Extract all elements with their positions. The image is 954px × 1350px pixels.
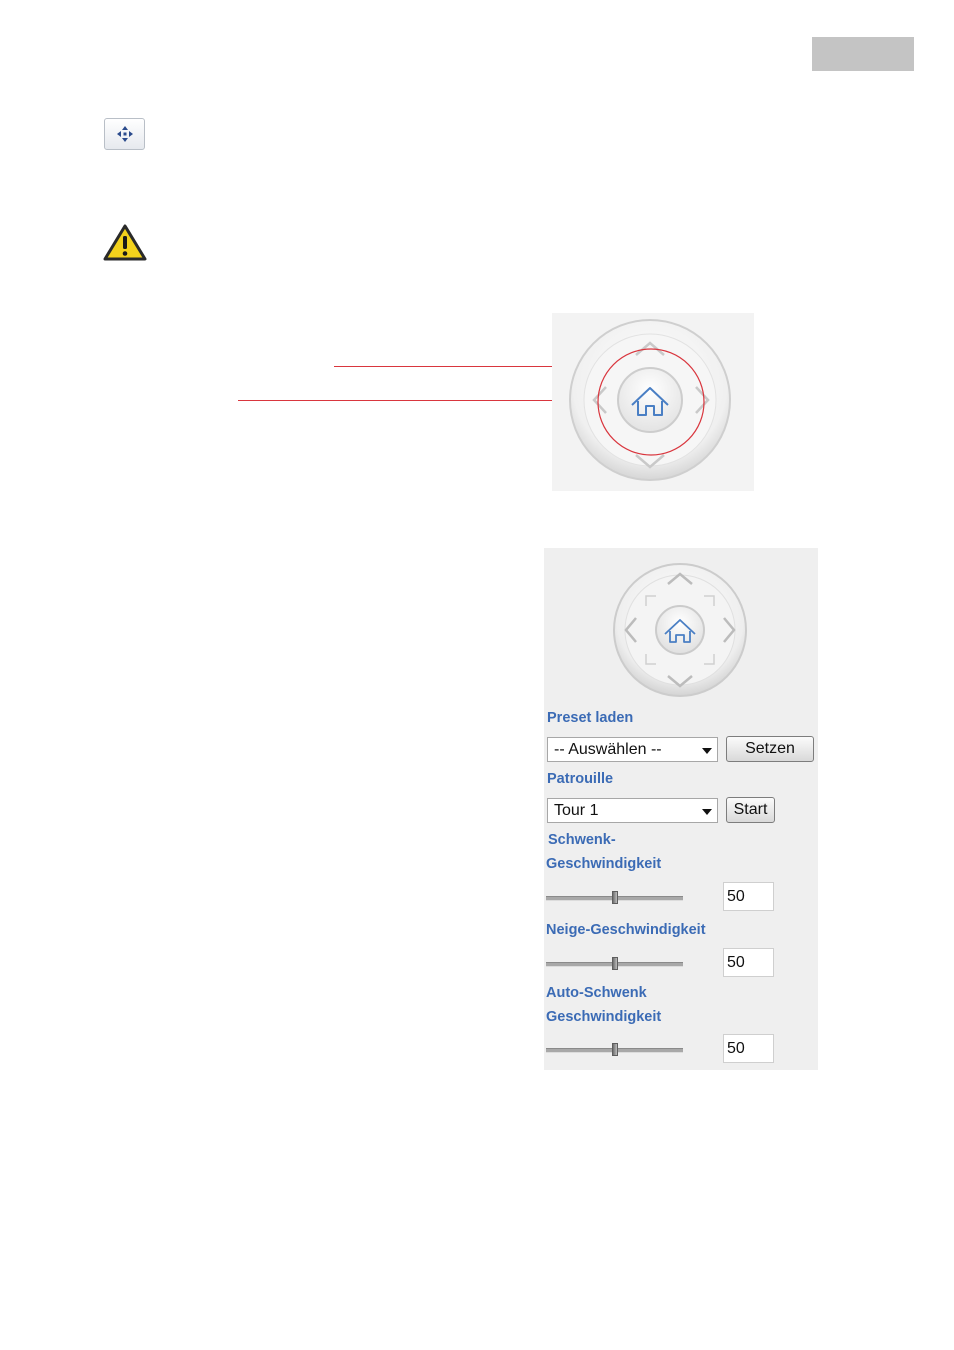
start-patrol-button[interactable]: Start xyxy=(726,797,775,823)
pan-speed-label-line2: Geschwindigkeit xyxy=(546,856,662,872)
pan-speed-label-line1: Schwenk- xyxy=(548,832,616,848)
slider-thumb[interactable] xyxy=(612,891,618,904)
joystick[interactable] xyxy=(610,562,750,702)
preset-label: Preset laden xyxy=(547,710,634,726)
pan-speed-input[interactable]: 50 xyxy=(723,882,774,911)
slider-thumb[interactable] xyxy=(612,957,618,970)
patrol-label: Patrouille xyxy=(547,771,614,787)
tilt-speed-input[interactable]: 50 xyxy=(723,948,774,977)
warning-icon xyxy=(103,224,147,266)
preset-select[interactable]: -- Auswählen -- xyxy=(547,737,718,762)
auto-pan-label-line1: Auto-Schwenk xyxy=(546,985,647,1001)
pan-speed-slider[interactable] xyxy=(546,891,683,905)
preset-select-value: -- Auswählen -- xyxy=(554,741,662,758)
tilt-speed-label: Neige-Geschwindigkeit xyxy=(546,922,706,938)
joystick-figure xyxy=(552,313,754,491)
auto-pan-speed-input[interactable]: 50 xyxy=(723,1034,774,1063)
set-preset-button[interactable]: Setzen xyxy=(726,736,814,762)
ptz-control-button[interactable] xyxy=(104,118,145,150)
patrol-select-value: Tour 1 xyxy=(554,802,599,819)
patrol-select[interactable]: Tour 1 xyxy=(547,798,718,823)
callout-line-joystick xyxy=(334,366,588,367)
auto-pan-label-line2: Geschwindigkeit xyxy=(546,1009,662,1025)
tilt-speed-slider[interactable] xyxy=(546,957,683,971)
slider-thumb[interactable] xyxy=(612,1043,618,1056)
auto-pan-speed-slider[interactable] xyxy=(546,1043,683,1057)
chevron-down-icon xyxy=(702,809,712,815)
move-arrows-icon xyxy=(117,126,133,142)
page-tab xyxy=(812,37,914,71)
chevron-down-icon xyxy=(702,748,712,754)
ptz-control-panel: Preset laden -- Auswählen -- Setzen Patr… xyxy=(544,548,818,1070)
